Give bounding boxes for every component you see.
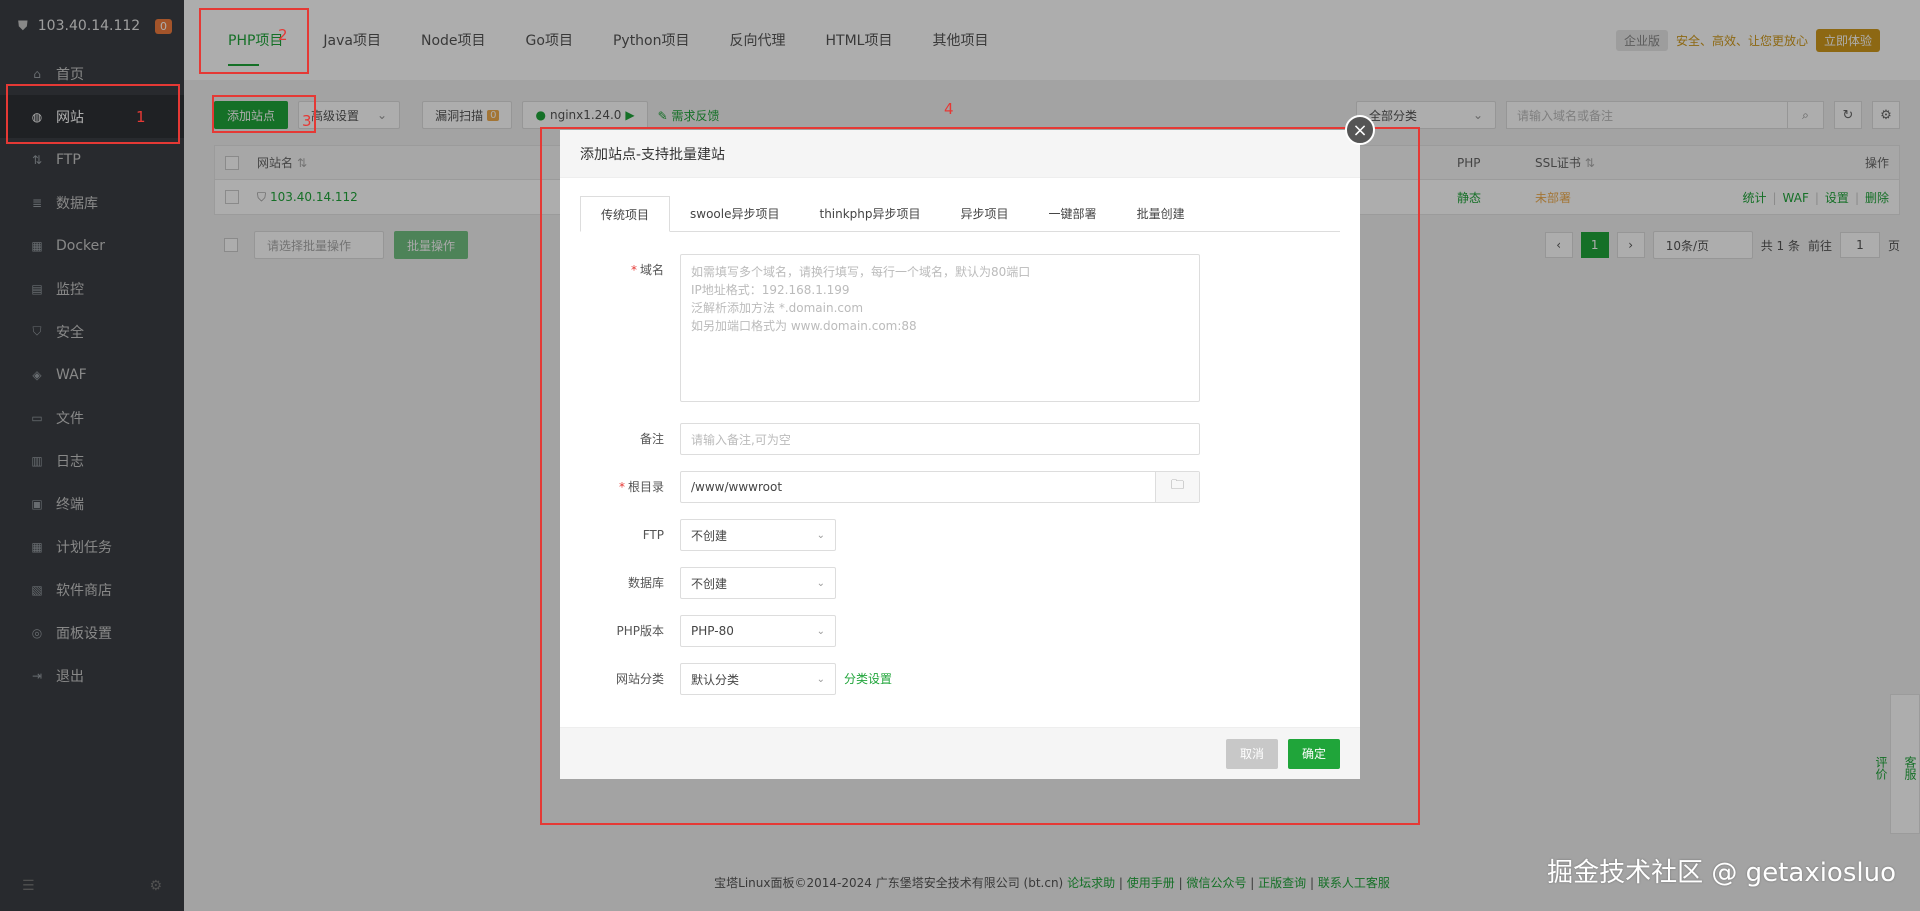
root-label: * 根目录 <box>618 480 664 494</box>
cancel-button[interactable]: 取消 <box>1225 738 1278 769</box>
php-label: PHP版本 <box>616 624 665 638</box>
dialog-tabs: 传统项目 swoole异步项目 thinkphp异步项目 异步项目 一键部署 批量创建 <box>580 196 1340 232</box>
chevron-down-icon: ⌄ <box>816 673 825 685</box>
dialog-tab-2[interactable]: thinkphp异步项目 <box>799 196 940 231</box>
annotation-number-4: 4 <box>944 100 954 118</box>
domain-textarea[interactable]: 如需填写多个域名，请换行填写，每行一个域名，默认为80端口 IP地址格式：192… <box>680 254 1200 402</box>
dialog-footer: 取消 确定 <box>560 727 1360 779</box>
domain-label: * 域名 <box>630 263 664 277</box>
category-label: 网站分类 <box>615 672 664 686</box>
confirm-button[interactable]: 确定 <box>1287 738 1340 769</box>
annotation-box-2 <box>199 8 309 74</box>
db-label: 数据库 <box>627 576 664 590</box>
annotation-number-2: 2 <box>278 26 288 44</box>
site-category-select[interactable]: 默认分类 ⌄ <box>680 663 836 695</box>
chevron-down-icon: ⌄ <box>816 625 825 637</box>
remark-input[interactable]: 请输入备注,可为空 <box>680 423 1200 455</box>
dialog-title: 添加站点-支持批量建站 <box>560 130 1360 178</box>
ftp-value: 不创建 <box>691 528 728 543</box>
site-category-value: 默认分类 <box>691 672 740 687</box>
root-input-group: /www/wwwroot 🗀 <box>680 471 1200 503</box>
dialog-tab-0[interactable]: 传统项目 <box>580 196 671 232</box>
chevron-down-icon: ⌄ <box>816 529 825 541</box>
dialog-tab-5[interactable]: 批量创建 <box>1117 196 1205 231</box>
root-input[interactable]: /www/wwwroot <box>681 472 1155 502</box>
close-icon[interactable]: × <box>1345 115 1375 145</box>
annotation-box-1 <box>6 84 180 144</box>
dialog-tab-1[interactable]: swoole异步项目 <box>670 196 799 231</box>
add-site-dialog: 添加站点-支持批量建站 × 传统项目 swoole异步项目 thinkphp异步项目… <box>560 115 1375 779</box>
root-label-text: 根目录 <box>627 480 664 494</box>
folder-icon[interactable]: 🗀 <box>1155 472 1199 502</box>
dialog-tab-4[interactable]: 一键部署 <box>1029 196 1117 231</box>
ftp-select[interactable]: 不创建 ⌄ <box>680 519 836 551</box>
annotation-number-3: 3 <box>302 112 312 130</box>
php-select[interactable]: PHP-80 ⌄ <box>680 615 836 647</box>
dialog-tab-3[interactable]: 异步项目 <box>941 196 1029 231</box>
remark-label: 备注 <box>639 432 664 446</box>
annotation-box-3 <box>212 95 316 133</box>
db-value: 不创建 <box>691 576 728 591</box>
ftp-label: FTP <box>642 528 664 542</box>
php-value: PHP-80 <box>691 624 734 638</box>
annotation-number-1: 1 <box>136 108 146 126</box>
domain-label-text: 域名 <box>639 263 664 277</box>
chevron-down-icon: ⌄ <box>816 577 825 589</box>
category-settings-link[interactable]: 分类设置 <box>844 663 892 695</box>
watermark: 掘金技术社区 @ getaxiosluo <box>1547 858 1896 888</box>
db-select[interactable]: 不创建 ⌄ <box>680 567 836 599</box>
